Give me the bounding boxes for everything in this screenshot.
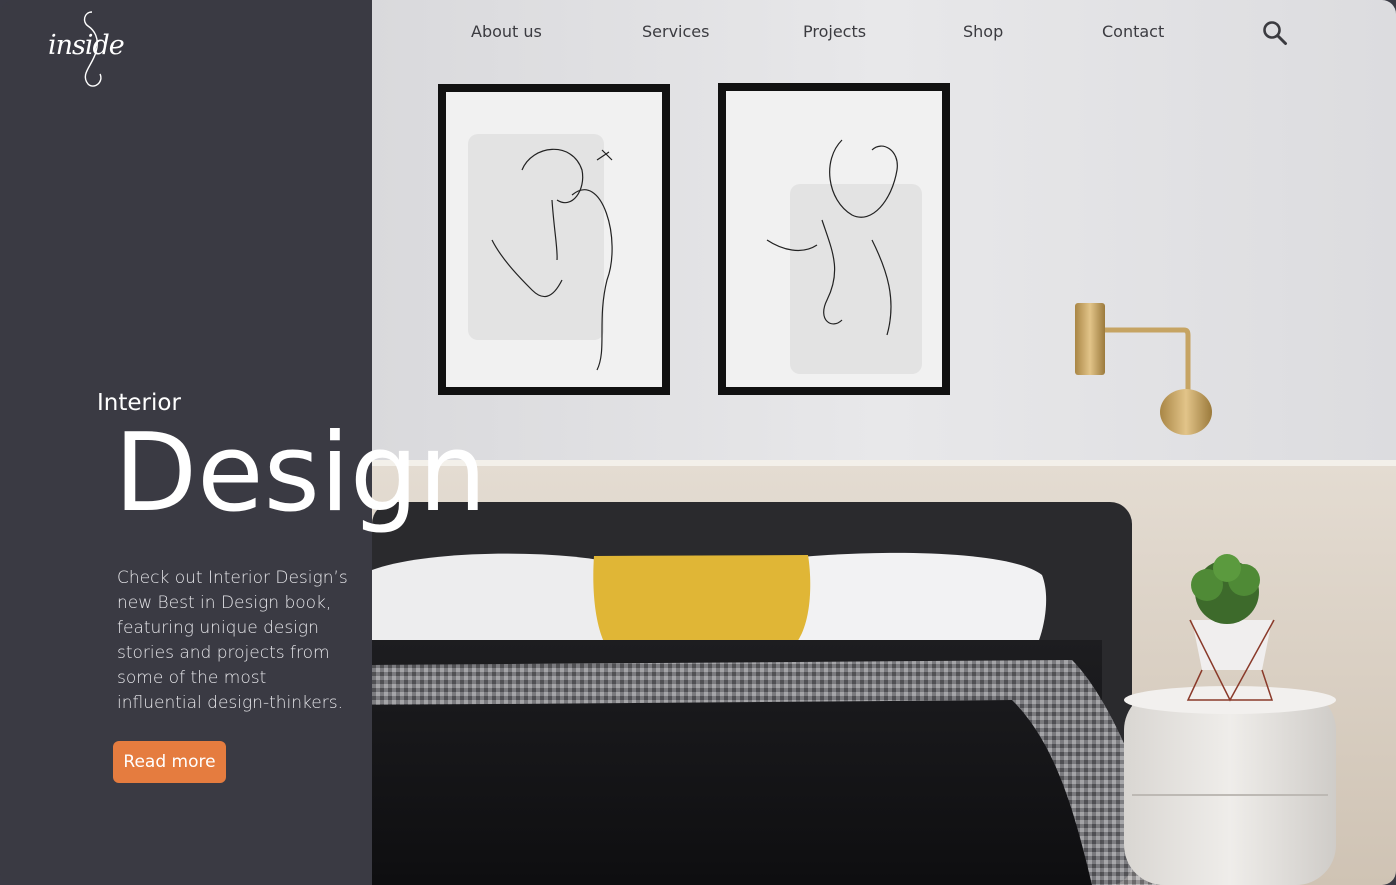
hero-description: Check out Interior Design’s new Best in … <box>117 568 348 713</box>
read-more-button[interactable]: Read more <box>113 741 226 783</box>
hero-title: Design <box>114 411 487 536</box>
logo-text: inside <box>48 30 125 61</box>
search-icon[interactable] <box>1262 20 1288 46</box>
nav-link-shop[interactable]: Shop <box>963 22 1003 41</box>
nav-link-projects[interactable]: Projects <box>803 22 866 41</box>
hero-image-bedroom <box>372 0 1396 885</box>
main-nav: About us Services Projects Shop Contact <box>430 22 1310 46</box>
brand-logo[interactable]: inside <box>44 4 128 88</box>
nav-link-contact[interactable]: Contact <box>1102 22 1164 41</box>
nav-link-about-us[interactable]: About us <box>471 22 542 41</box>
nav-link-services[interactable]: Services <box>642 22 709 41</box>
